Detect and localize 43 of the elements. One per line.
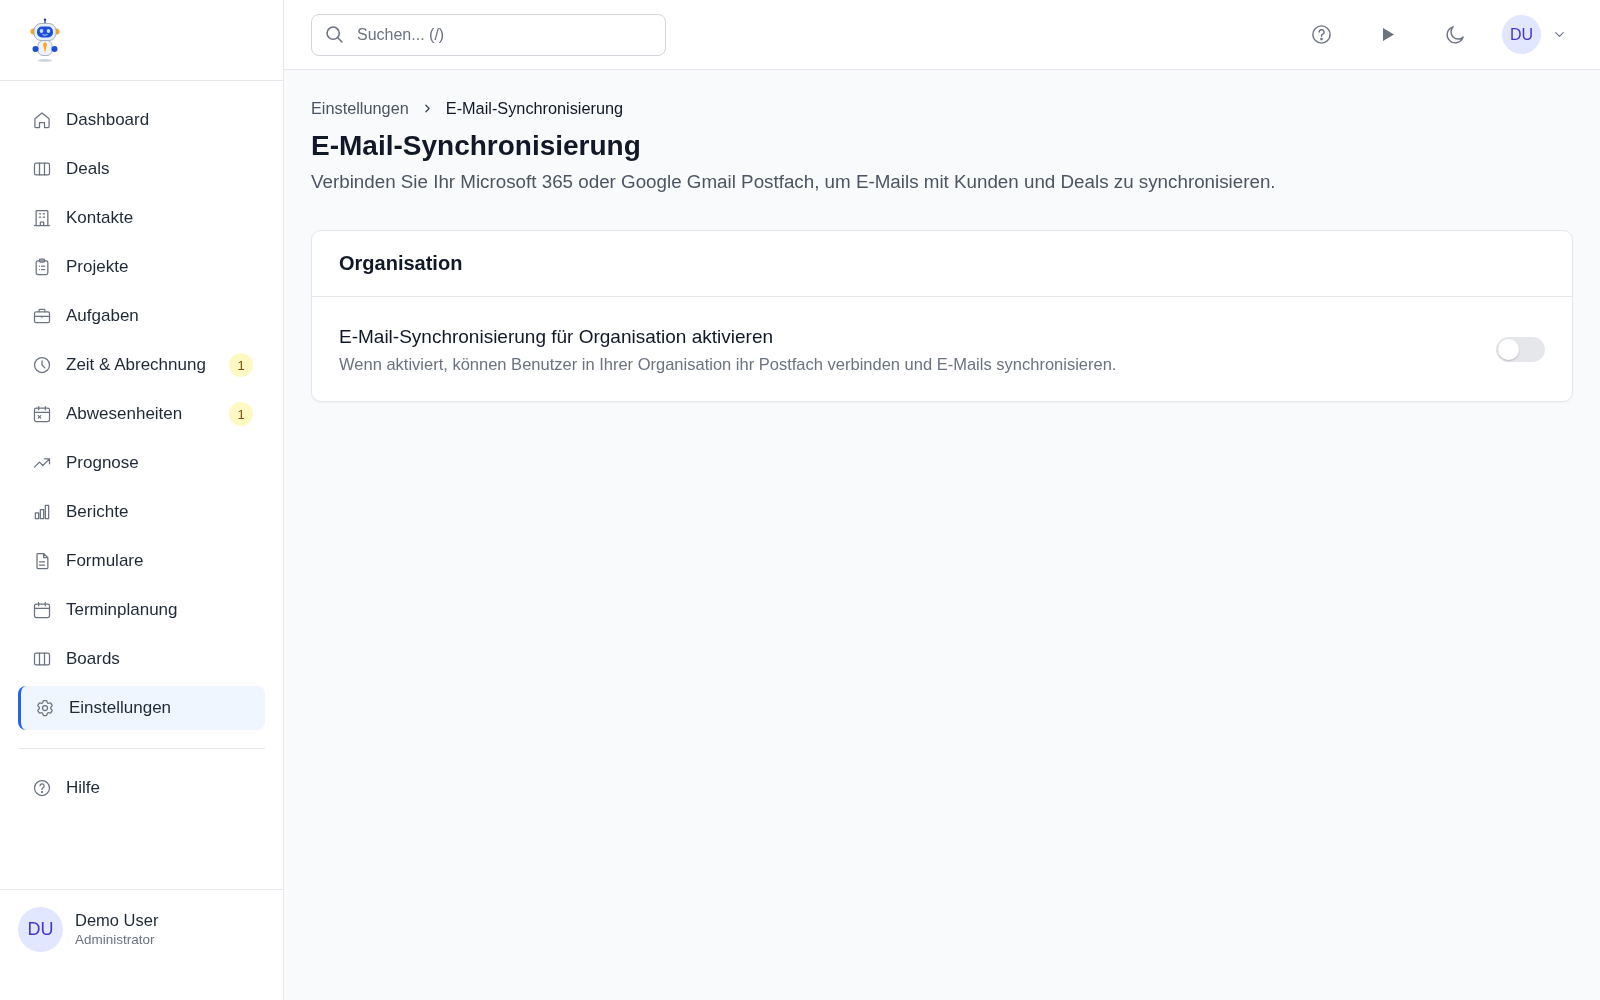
setting-label: E-Mail-Synchronisierung für Organisation aktivieren [339, 325, 774, 349]
count-badge: 1 [229, 402, 253, 426]
nav-item[interactable]: Dashboard [18, 98, 265, 142]
nav-item[interactable]: Zeit & Abrechnung 1 [18, 343, 265, 387]
settings-icon [35, 698, 55, 718]
nav-item[interactable]: Prognose [18, 441, 265, 485]
nav-item[interactable]: Aufgaben [18, 294, 265, 338]
home-icon [32, 110, 52, 130]
search-field[interactable]: Suchen... (/) [311, 13, 666, 56]
nav-item[interactable]: Projekte [18, 245, 265, 289]
nav-item[interactable]: Kontakte [18, 196, 265, 240]
nav-item[interactable]: Formulare [18, 539, 265, 583]
play-icon[interactable] [1382, 28, 1394, 41]
breadcrumb-current: E-Mail-Synchronisierung [445, 98, 624, 118]
nav-item[interactable]: Terminplanung [18, 588, 265, 632]
nav-item[interactable]: Hilfe [18, 766, 265, 810]
nav-item[interactable]: Boards [18, 637, 265, 681]
user-avatar: DU [18, 907, 63, 952]
breadcrumb-link[interactable]: Einstellungen [311, 98, 409, 118]
nav-item[interactable]: Einstellungen [18, 686, 265, 730]
search-icon [324, 24, 345, 45]
clock-icon [32, 355, 52, 375]
help-icon[interactable] [1309, 23, 1333, 46]
user-name: Demo User [75, 910, 159, 930]
toggle-switch[interactable] [1496, 337, 1545, 362]
building-icon [32, 208, 52, 228]
user-avatar[interactable]: DU [1502, 15, 1541, 54]
briefcase-icon [32, 306, 52, 326]
bar-chart-icon [32, 502, 52, 522]
moon-icon[interactable] [1443, 23, 1467, 46]
card-title: Organisation [339, 252, 463, 275]
count-badge: 1 [229, 353, 253, 377]
page-subtitle: Verbinden Sie Ihr Microsoft 365 oder Google Gmail Postfach, um E-Mails mit Kunden und Deals zu synchronisieren. [311, 170, 1276, 194]
help-icon [32, 778, 52, 798]
page-title: E-Mail-Synchronisierung [311, 129, 641, 163]
nav-item[interactable]: Berichte [18, 490, 265, 534]
robot-logo [29, 17, 61, 63]
nav-item[interactable]: Deals [18, 147, 265, 191]
user-role: Administrator [75, 931, 156, 949]
calendar-icon [32, 600, 52, 620]
setting-description: Wenn aktiviert, können Benutzer in Ihrer Organisation ihr Postfach verbinden und E-Mails synchronisieren. [339, 354, 1117, 375]
calendar-x-icon [32, 404, 52, 424]
nav-item[interactable]: Abwesenheiten 1 [18, 392, 265, 436]
